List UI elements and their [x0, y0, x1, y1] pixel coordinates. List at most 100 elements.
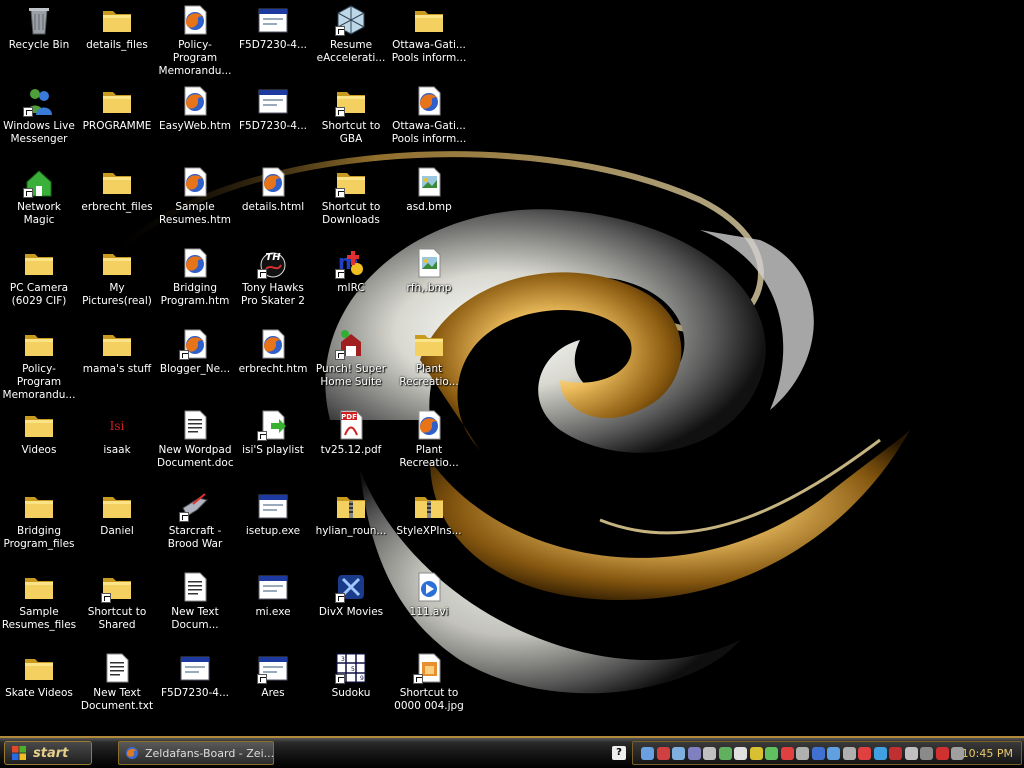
tray-icon[interactable]: [672, 747, 685, 760]
desktop-icon[interactable]: Shortcut to GBA: [312, 83, 390, 161]
desktop-icon[interactable]: Ares: [234, 650, 312, 728]
desktop-icon[interactable]: Windows Live Messenger: [0, 83, 78, 161]
desktop-icon[interactable]: asd.bmp: [390, 164, 468, 242]
desktop-icon[interactable]: New Text Docum...: [156, 569, 234, 647]
desktop-icon[interactable]: isetup.exe: [234, 488, 312, 566]
tray-icon[interactable]: [780, 747, 794, 760]
desktop-icon[interactable]: PC Camera (6029 CIF): [0, 245, 78, 323]
desktop-icon-label: PC Camera (6029 CIF): [9, 282, 69, 307]
desktop-icon[interactable]: StyleXPIns...: [390, 488, 468, 566]
desktop-icon[interactable]: Blogger_Ne...: [156, 326, 234, 404]
desktop-icon-label: isi'S playlist: [242, 444, 304, 456]
folder-icon: [101, 85, 133, 117]
desktop-icon[interactable]: Starcraft - Brood War: [156, 488, 234, 566]
desktop-icon[interactable]: Ottawa-Gati... Pools inform...: [390, 83, 468, 161]
desktop-icon[interactable]: isi'S playlist: [234, 407, 312, 485]
desktop-icon[interactable]: m mIRC: [312, 245, 390, 323]
desktop-icon[interactable]: Policy-Program Memorandu...: [0, 326, 78, 404]
desktop-icon[interactable]: TH Tony Hawks Pro Skater 2: [234, 245, 312, 323]
clock[interactable]: 10:45 PM: [962, 747, 1013, 760]
desktop-icon[interactable]: Bridging Program.htm: [156, 245, 234, 323]
desktop-icon[interactable]: Sample Resumes_files: [0, 569, 78, 647]
firefox-document-icon: [179, 166, 211, 198]
tray-icon[interactable]: [734, 747, 747, 760]
desktop-icon[interactable]: New Wordpad Document.doc: [156, 407, 234, 485]
tray-icon[interactable]: [904, 747, 918, 760]
desktop-icon-label: Sudoku: [331, 687, 371, 699]
desktop-icon[interactable]: erbrecht_files: [78, 164, 156, 242]
help-icon[interactable]: ?: [612, 746, 626, 760]
shortcut-arrow-icon: [101, 593, 111, 603]
desktop-icon[interactable]: Daniel: [78, 488, 156, 566]
desktop-icon-label: New Wordpad Document.doc: [157, 444, 233, 469]
desktop-icon[interactable]: erbrecht.htm: [234, 326, 312, 404]
desktop-icon[interactable]: F5D7230-4...: [156, 650, 234, 728]
desktop-icon[interactable]: Punch! Super Home Suite: [312, 326, 390, 404]
taskbar-button-zeldafans[interactable]: Zeldafans-Board - Zei...: [118, 741, 274, 765]
tray-icon[interactable]: [951, 747, 964, 760]
desktop-icon[interactable]: mi.exe: [234, 569, 312, 647]
recycle-bin-icon: [23, 4, 55, 36]
desktop-icon[interactable]: Skate Videos: [0, 650, 78, 728]
tray-icon[interactable]: [811, 747, 825, 760]
firefox-document-icon: [179, 328, 211, 360]
desktop-icon[interactable]: Videos: [0, 407, 78, 485]
tray-icon[interactable]: [873, 747, 887, 760]
tray-icon[interactable]: [858, 747, 871, 760]
desktop-icon[interactable]: Policy-Program Memorandu...: [156, 2, 234, 80]
desktop-icon[interactable]: hylian_roun...: [312, 488, 390, 566]
svg-text:Isi: Isi: [110, 419, 125, 433]
desktop-icon[interactable]: Resume eAccelerati...: [312, 2, 390, 80]
folder-icon: [23, 247, 55, 279]
desktop-icon[interactable]: Plant Recreatio...: [390, 407, 468, 485]
desktop-icon[interactable]: details_files: [78, 2, 156, 80]
svg-text:TH: TH: [265, 252, 281, 263]
folder-icon: [335, 85, 367, 117]
tray-icon[interactable]: [687, 747, 701, 760]
desktop-icon[interactable]: DivX Movies: [312, 569, 390, 647]
desktop-icon[interactable]: Plant Recreatio...: [390, 326, 468, 404]
bitmap-icon: [413, 247, 445, 279]
desktop-icon[interactable]: F5D7230-4...: [234, 2, 312, 80]
desktop-icon[interactable]: PROGRAMME: [78, 83, 156, 161]
desktop-icon[interactable]: Shortcut to Downloads: [312, 164, 390, 242]
tray-icon[interactable]: [935, 747, 949, 760]
tray-icon[interactable]: [842, 747, 856, 760]
desktop-icon[interactable]: 3 5 9 Sudoku: [312, 650, 390, 728]
desktop-icon-label: Resume eAccelerati...: [316, 39, 386, 64]
desktop-icon-label: PROGRAMME: [82, 120, 152, 132]
tray-icon[interactable]: [827, 747, 840, 760]
tray-icon[interactable]: [641, 747, 654, 760]
desktop: Recycle Bin Windows Live Messenger Network…: [0, 0, 1024, 736]
desktop-icon[interactable]: Isi isaak: [78, 407, 156, 485]
folder-icon: [23, 328, 55, 360]
tray-icon[interactable]: [703, 747, 716, 760]
start-button[interactable]: start: [4, 741, 92, 765]
desktop-icon[interactable]: New Text Document.txt: [78, 650, 156, 728]
shortcut-arrow-icon: [23, 188, 33, 198]
desktop-icon[interactable]: EasyWeb.htm: [156, 83, 234, 161]
firefox-document-icon: [179, 85, 211, 117]
tray-icon[interactable]: [656, 747, 670, 760]
tray-icon[interactable]: [889, 747, 902, 760]
desktop-icon[interactable]: 111.avi: [390, 569, 468, 647]
tray-icon[interactable]: [718, 747, 732, 760]
desktop-icon[interactable]: Bridging Program_files: [0, 488, 78, 566]
desktop-icon[interactable]: Ottawa-Gati... Pools inform...: [390, 2, 468, 80]
application-icon: [257, 652, 289, 684]
desktop-icon[interactable]: PDF tv25.12.pdf: [312, 407, 390, 485]
desktop-icon[interactable]: mama's stuff: [78, 326, 156, 404]
desktop-icon[interactable]: Network Magic: [0, 164, 78, 242]
tray-icon[interactable]: [920, 747, 933, 760]
desktop-icon[interactable]: My Pictures(real): [78, 245, 156, 323]
desktop-icon[interactable]: details.html: [234, 164, 312, 242]
desktop-icon[interactable]: F5D7230-4...: [234, 83, 312, 161]
tray-icon[interactable]: [796, 747, 809, 760]
desktop-icon[interactable]: Shortcut to Shared: [78, 569, 156, 647]
desktop-icon[interactable]: rfh,.bmp: [390, 245, 468, 323]
tray-icon[interactable]: [765, 747, 778, 760]
desktop-icon[interactable]: Shortcut to 0000 004.jpg: [390, 650, 468, 728]
tray-icon[interactable]: [749, 747, 763, 760]
desktop-icon[interactable]: Recycle Bin: [0, 2, 78, 80]
desktop-icon[interactable]: Sample Resumes.htm: [156, 164, 234, 242]
